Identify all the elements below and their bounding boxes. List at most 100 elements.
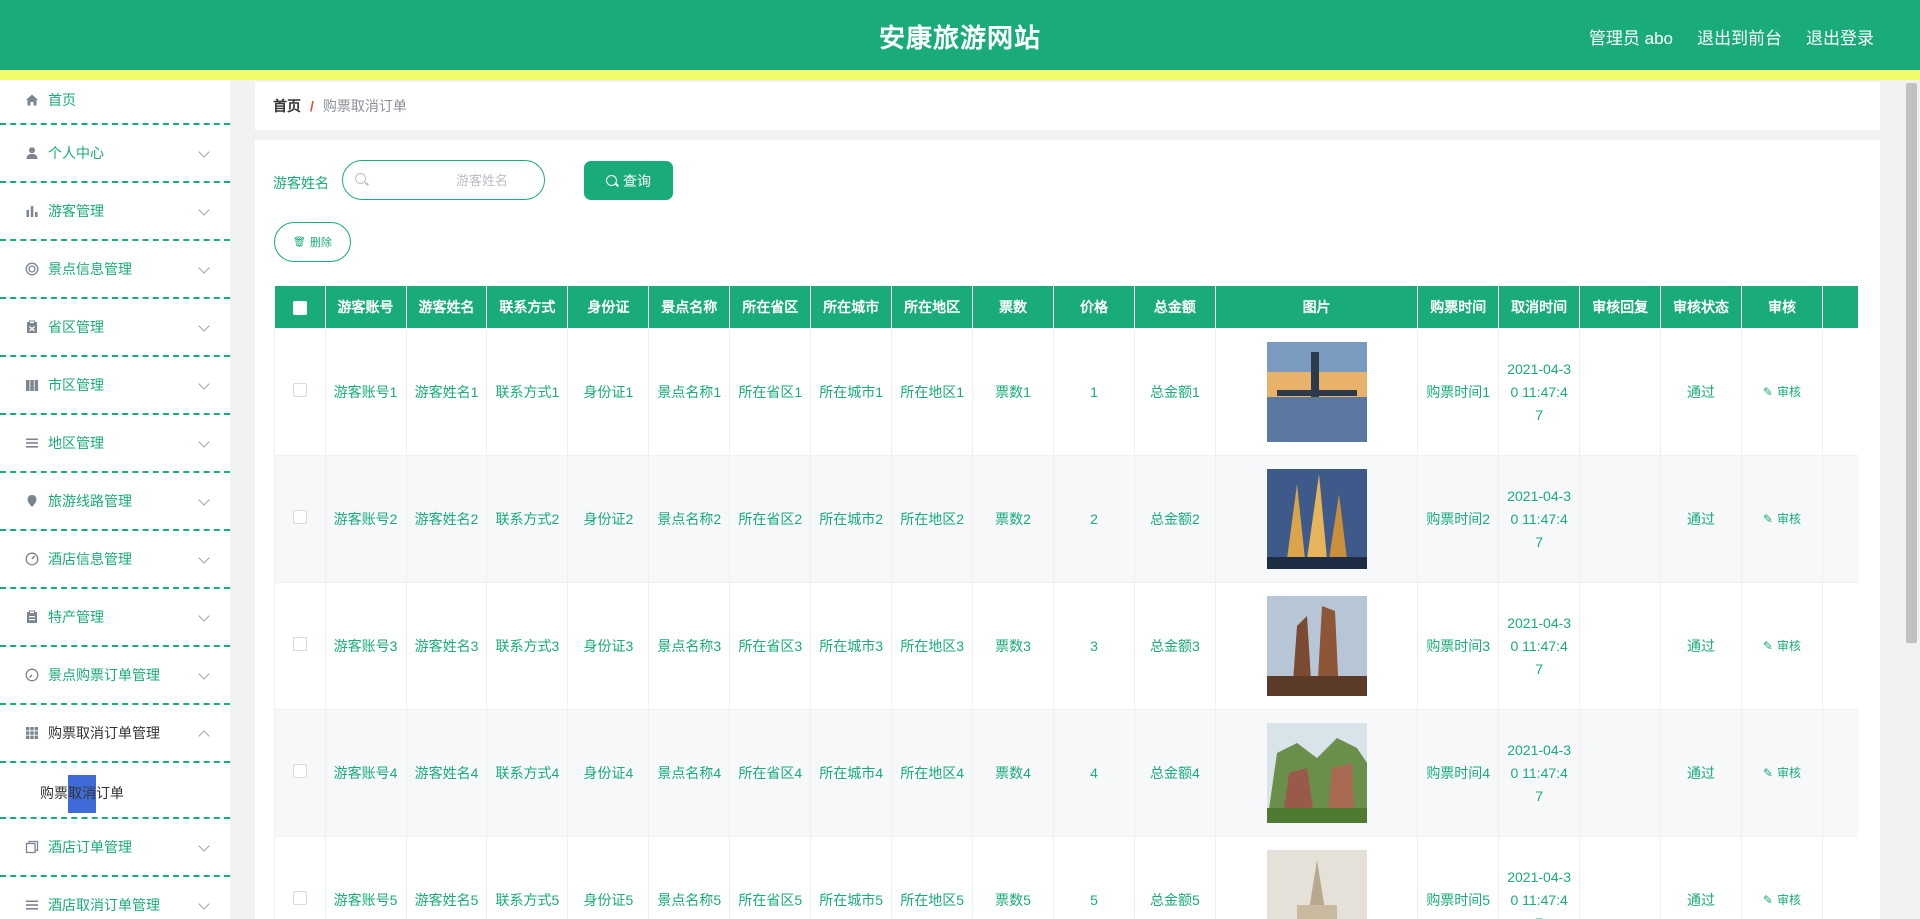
cell-name: 游客姓名3 [405,582,488,710]
table-row: 游客账号4 游客姓名4 联系方式4 身份证4 景点名称4 所在省区4 所在城市4… [274,709,1858,837]
cell-reply [1579,455,1662,583]
select-all-header[interactable] [274,285,326,329]
column-header: 审核状态 [1660,285,1742,329]
row-checkbox[interactable] [292,382,307,397]
cell-status: 通过 [1660,582,1742,710]
sidebar-item-scenic-info[interactable]: 景点信息管理 [0,241,230,299]
sidebar-item-hotel-info[interactable]: 酒店信息管理 [0,531,230,589]
audit-button[interactable]: ✎ 审核 [1763,385,1801,399]
cell-tickets: 票数3 [972,582,1055,710]
photo-sail-building [1266,469,1367,569]
edit-icon: ✎ [1762,385,1773,399]
sidebar-item-hotel-cancel-orders[interactable]: 酒店取消订单管理 [0,877,230,919]
cell-audit: ✎ 审核 [1741,328,1823,456]
cell-contact: 联系方式1 [486,328,569,456]
table-row: 游客账号5 游客姓名5 联系方式5 身份证5 景点名称5 所在省区5 所在城市5… [274,836,1858,919]
cell-id-card: 身份证5 [567,836,650,919]
sidebar-item-personal-center[interactable]: 个人中心 [0,125,230,183]
cell-city: 所在城市3 [810,582,893,710]
row-checkbox[interactable] [292,636,307,651]
chevron-down-icon [198,610,210,622]
cell-image [1214,455,1419,583]
select-all-checkbox[interactable] [292,301,307,316]
cell-cancel-time: 2021-04-30 11:47:47 [1498,836,1581,919]
user-icon [24,145,40,161]
chevron-down-icon [198,262,210,274]
delete-button[interactable]: 🗑 删除 [274,222,351,262]
sidebar-item-province[interactable]: 省区管理 [0,299,230,357]
search-button[interactable]: 查询 [584,161,673,200]
column-header: 联系方式 [486,285,569,329]
sidebar-item-area[interactable]: 地区管理 [0,415,230,473]
cell-price: 1 [1053,328,1135,456]
sidebar-item-home[interactable]: 首页 [0,80,230,125]
cell-image [1214,836,1419,919]
cell-account: 游客账号5 [324,836,407,919]
sidebar-item-hotel-orders[interactable]: 酒店订单管理 [0,819,230,877]
cell-name: 游客姓名5 [405,836,488,919]
sidebar-item-label: 省区管理 [48,319,104,335]
row-checkbox[interactable] [292,509,307,524]
cell-spot: 景点名称5 [648,836,731,919]
sidebar-item-specialty[interactable]: 特产管理 [0,589,230,647]
dashboard-icon [24,551,40,567]
search-input[interactable] [373,161,538,199]
sidebar-item-ticket-cancel-orders[interactable]: 购票取消订单管理 [0,705,230,763]
sidebar-item-label: 特产管理 [48,609,104,625]
table-header-row: 游客账号 游客姓名 联系方式 身份证 景点名称 所在省区 所在城市 所在地区 票… [274,285,1858,329]
breadcrumb-home[interactable]: 首页 [273,96,301,116]
search-box [342,160,545,200]
row-checkbox[interactable] [292,763,307,778]
cell-status: 通过 [1660,328,1742,456]
audit-button[interactable]: ✎ 审核 [1763,512,1801,526]
sidebar-item-city[interactable]: 市区管理 [0,357,230,415]
cell-city: 所在城市2 [810,455,893,583]
cell-image [1214,582,1419,710]
sidebar-item-label: 首页 [48,91,76,108]
cell-account: 游客账号4 [324,709,407,837]
cell-cancel-time: 2021-04-30 11:47:47 [1498,328,1581,456]
edit-icon: ✎ [1762,639,1773,653]
exit-to-front-link[interactable]: 退出到前台 [1697,24,1782,49]
cell-buy-time: 购票时间3 [1417,582,1500,710]
cell-status: 通过 [1660,709,1742,837]
chevron-up-icon [198,730,210,742]
column-header: 图片 [1214,285,1419,329]
sidebar-item-label: 旅游线路管理 [48,493,132,509]
cell-spot: 景点名称1 [648,328,731,456]
logout-link[interactable]: 退出登录 [1806,24,1874,49]
sidebar-item-tourist-management[interactable]: 游客管理 [0,183,230,241]
page-scrollbar[interactable] [1903,80,1920,919]
audit-button[interactable]: ✎ 审核 [1763,766,1801,780]
chevron-down-icon [198,494,210,506]
header-stripe [0,70,1920,80]
row-checkbox[interactable] [292,890,307,905]
column-header: 票数 [972,285,1055,329]
cell-actions [1821,709,1858,837]
cell-province: 所在省区3 [729,582,812,710]
cell-contact: 联系方式2 [486,455,569,583]
scrollbar-thumb[interactable] [1906,83,1917,643]
header-links: 管理员 abo 退出到前台 退出登录 [1589,24,1874,49]
column-header: 价格 [1053,285,1135,329]
sidebar-item-ticket-orders[interactable]: 景点购票订单管理 [0,647,230,705]
photo-tower-lake [1266,342,1367,442]
photo-red-rocks [1266,596,1367,696]
cell-id-card: 身份证1 [567,328,650,456]
audit-button[interactable]: ✎ 审核 [1763,893,1801,907]
cell-audit: ✎ 审核 [1741,582,1823,710]
sidebar-item-route[interactable]: 旅游线路管理 [0,473,230,531]
pin-icon [24,493,40,509]
column-header: 总金额 [1133,285,1216,329]
cell-reply [1579,836,1662,919]
sidebar: 首页 个人中心 游客管理 景点信息管理 省区管理 市区管理 地区管理 旅游线路管… [0,80,230,919]
column-header: 购票时间 [1417,285,1500,329]
audit-label: 审核 [1776,639,1801,653]
audit-button[interactable]: ✎ 审核 [1763,639,1801,653]
sidebar-subitem-ticket-cancel[interactable]: 购票取消订单 [0,763,230,819]
sidebar-item-label: 个人中心 [48,145,104,161]
cell-image [1214,709,1419,837]
cell-total: 总金额5 [1133,836,1216,919]
column-header: 所在省区 [729,285,812,329]
sidebar-item-label: 游客管理 [48,203,104,219]
